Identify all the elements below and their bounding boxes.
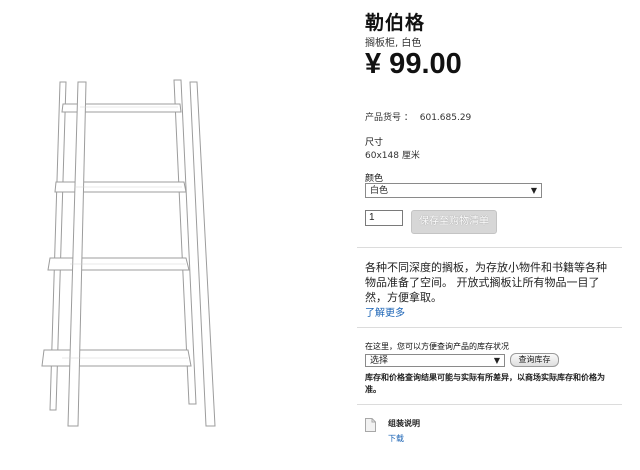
product-info-panel: 勒伯格 搁板柜, 白色 ¥ 99.00 产品货号 ： 601.685.29 尺寸… [357,0,630,466]
product-subtitle: 搁板柜, 白色 [365,38,422,49]
download-link[interactable]: 下载 [388,433,404,444]
store-select[interactable]: 选择 ▼ [365,354,505,367]
product-image [0,0,355,466]
article-number-row: 产品货号 ： 601.685.29 [365,110,471,123]
check-stock-button[interactable]: 查询库存 [510,353,559,367]
dropdown-arrow-icon: ▼ [493,356,500,365]
document-icon [365,418,376,432]
store-select-value: 选择 [370,356,389,366]
product-price: ¥ 99.00 [365,48,462,80]
color-select[interactable]: 白色 ▼ [365,183,542,198]
product-description: 各种不同深度的搁板，为存放小物件和书籍等各种物品准备了空间。 开放式搁板让所有物… [365,261,607,304]
ladder-shelf-illustration [41,79,216,427]
color-select-value: 白色 [370,186,389,196]
article-number-value: 601.685.29 [419,113,472,123]
divider [357,404,622,405]
stock-check-label: 在这里，您可以方便查询产品的库存状况 [365,342,509,351]
divider [357,327,622,328]
article-number-label: 产品货号 ： [365,113,413,123]
divider [357,247,622,248]
size-label: 尺寸 [365,138,384,148]
dropdown-arrow-icon: ▼ [530,186,537,195]
stock-disclaimer: 库存和价格查询结果可能与实际有所差异，以商场实际库存和价格为准。 [365,373,605,394]
learn-more-link[interactable]: 了解更多 [365,304,405,319]
product-title: 勒伯格 [365,12,426,34]
quantity-input[interactable]: 1 [365,210,403,226]
add-to-shopping-list-button[interactable]: 保存至购物清单 [411,210,497,234]
assembly-instructions-label: 组装说明 [388,419,420,428]
size-value: 60x148 厘米 [365,151,420,161]
